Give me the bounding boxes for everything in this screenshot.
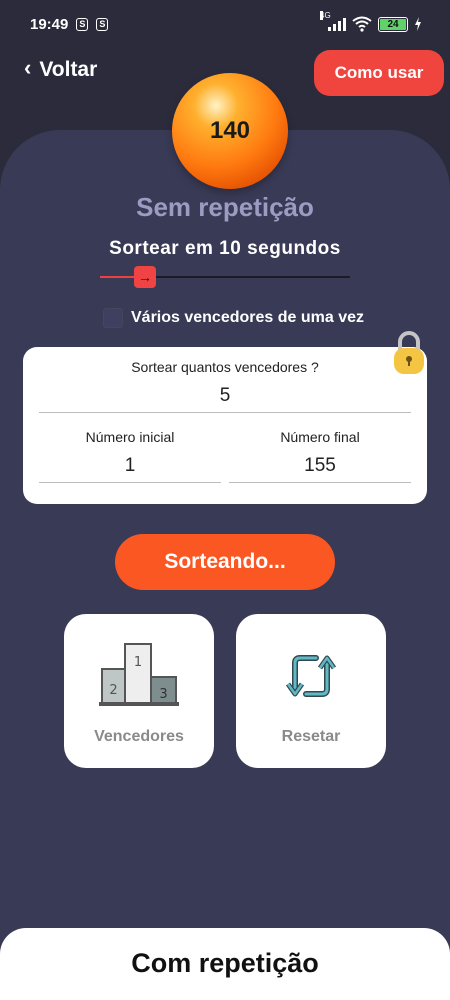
slider-thumb[interactable]: →: [134, 266, 156, 288]
status-time: 19:49: [30, 15, 69, 33]
multi-winners-row[interactable]: Vários vencedores de uma vez: [103, 308, 364, 328]
reset-label: Resetar: [281, 728, 341, 745]
mode-title: Sem repetição: [136, 192, 314, 222]
notification-icon: S: [76, 17, 89, 31]
signal-icon: 4G: [320, 11, 346, 31]
arrow-right-icon: →: [138, 269, 152, 285]
winners-label: Vencedores: [94, 728, 184, 745]
with-repetition-sheet[interactable]: Com repetição: [0, 928, 450, 1000]
reset-tile[interactable]: Resetar: [236, 614, 386, 768]
draw-button[interactable]: Sorteando...: [115, 534, 335, 590]
with-repetition-title: Com repetição: [131, 948, 319, 978]
status-right: 4G 24: [320, 11, 422, 32]
end-number-input[interactable]: 155: [229, 455, 411, 483]
config-card: Sortear quantos vencedores ? 5 Número in…: [23, 347, 427, 504]
podium-third: 3: [159, 687, 167, 702]
countdown-label: Sortear em 10 segundos: [109, 238, 341, 259]
start-number-input[interactable]: 1: [39, 455, 221, 483]
how-to-use-button[interactable]: Como usar: [314, 50, 444, 96]
refresh-arrows-icon: [286, 655, 336, 697]
back-button[interactable]: ‹ Voltar: [24, 55, 98, 82]
end-number-label: Número final: [280, 429, 360, 445]
winners-count-input[interactable]: 5: [39, 385, 411, 413]
notification-icon: S: [96, 17, 109, 31]
wifi-icon: [352, 16, 372, 32]
status-left: 19:49 S S: [30, 15, 109, 33]
podium-icon: 1 2 3: [99, 643, 179, 706]
charging-icon: [415, 17, 421, 31]
countdown-slider[interactable]: →: [100, 266, 350, 288]
network-type: 4G: [320, 11, 331, 20]
winners-tile[interactable]: 1 2 3 Vencedores: [64, 614, 214, 768]
lock-icon[interactable]: [392, 330, 426, 376]
battery-icon: 24: [378, 16, 408, 32]
start-number-label: Número inicial: [85, 429, 175, 445]
battery-level: 24: [380, 18, 406, 30]
drawn-number-ball: 140: [172, 73, 288, 189]
chevron-left-icon: ‹: [24, 55, 32, 80]
multi-winners-checkbox[interactable]: [103, 308, 123, 328]
drawn-number: 140: [209, 117, 251, 144]
status-bar: 19:49 S S 4G 24: [0, 0, 450, 48]
podium-first: 1: [134, 655, 142, 670]
podium-second: 2: [109, 683, 117, 698]
multi-winners-label: Vários vencedores de uma vez: [131, 309, 364, 326]
back-label: Voltar: [39, 58, 98, 81]
winners-count-label: Sortear quantos vencedores ?: [131, 359, 319, 375]
